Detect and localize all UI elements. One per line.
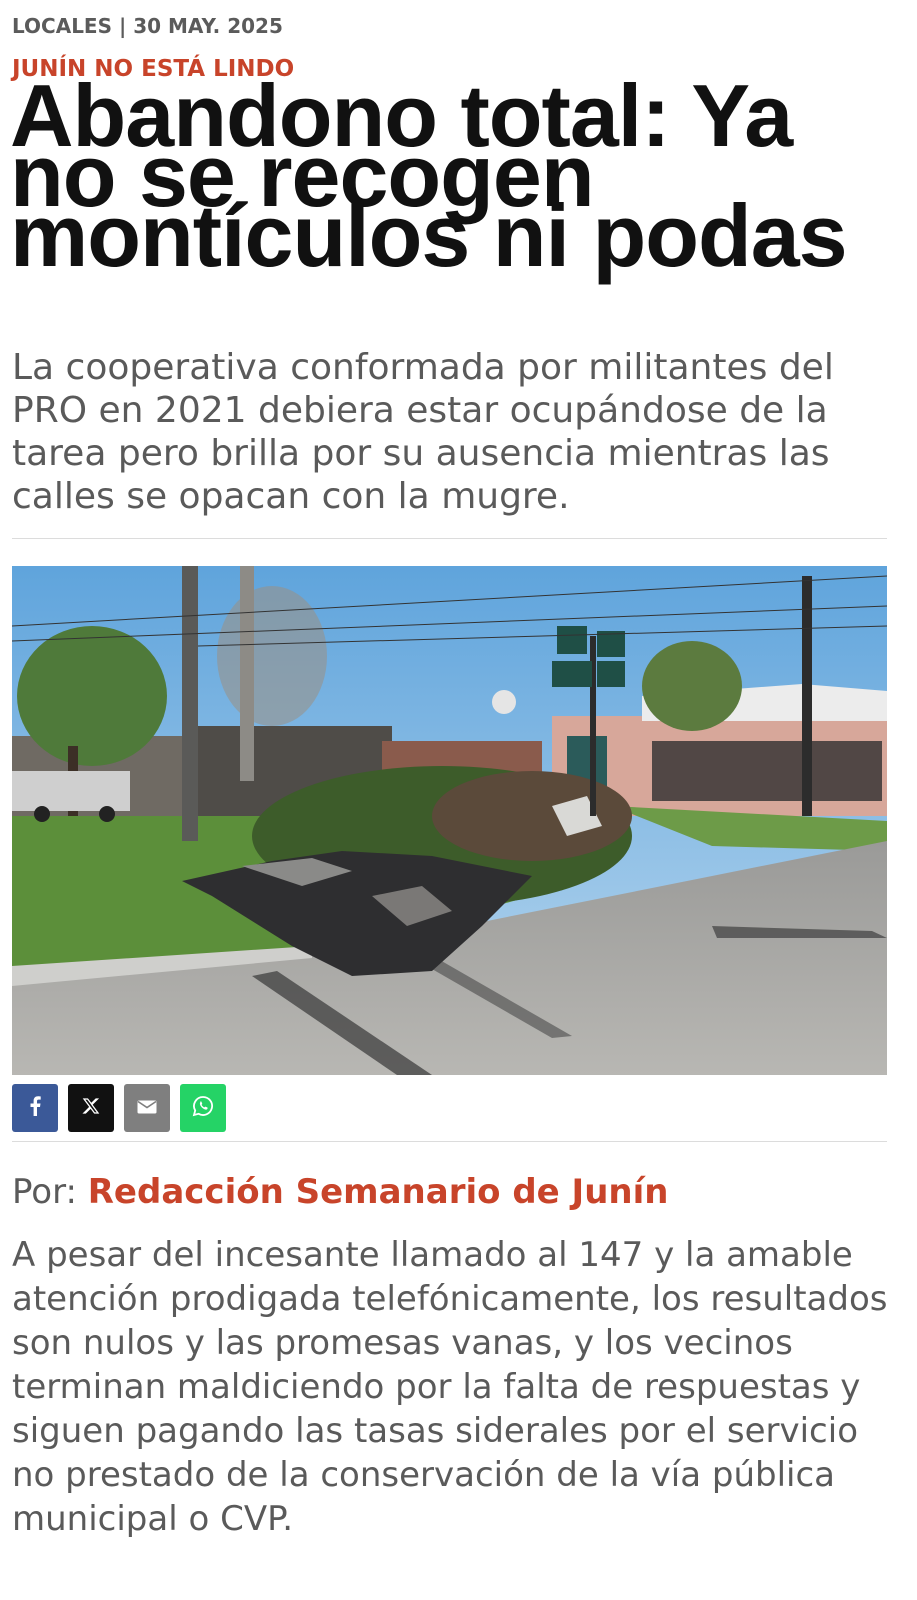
byline-prefix: Por: <box>12 1172 77 1212</box>
article-page: LOCALES | 30 MAY. 2025 JUNÍN NO ESTÁ LIN… <box>0 0 917 1600</box>
whatsapp-icon <box>192 1095 214 1121</box>
article-lead: La cooperativa conformada por militantes… <box>12 347 834 517</box>
whatsapp-share-button[interactable] <box>180 1084 226 1132</box>
divider-top <box>12 538 887 539</box>
x-twitter-icon <box>82 1097 100 1119</box>
article-headline: Abandono total: Ya no se recogen montícu… <box>10 66 848 285</box>
author-link[interactable]: Redacción Semanario de Junín <box>88 1172 669 1212</box>
byline: Por: Redacción Semanario de Junín <box>12 1172 668 1212</box>
email-share-button[interactable] <box>124 1084 170 1132</box>
article-body: A pesar del incesante llamado al 147 y l… <box>12 1235 888 1539</box>
divider-bottom <box>12 1141 887 1142</box>
article-photo[interactable] <box>12 566 887 1075</box>
facebook-share-button[interactable] <box>12 1084 58 1132</box>
share-bar <box>12 1084 226 1132</box>
section-date[interactable]: LOCALES | 30 MAY. 2025 <box>12 14 283 38</box>
x-share-button[interactable] <box>68 1084 114 1132</box>
facebook-icon <box>29 1096 41 1120</box>
email-icon <box>137 1099 157 1118</box>
